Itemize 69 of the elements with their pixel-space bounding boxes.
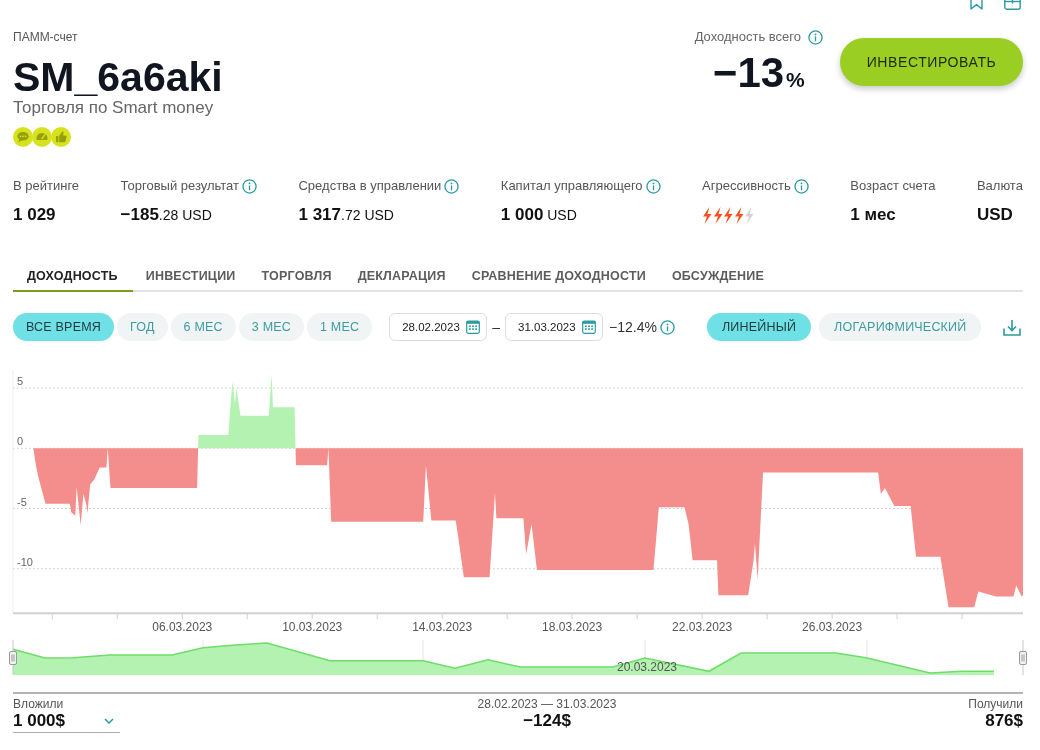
x-axis-label: 18.03.2023: [542, 620, 603, 634]
download-icon[interactable]: [1003, 318, 1021, 336]
invest-button[interactable]: ИНВЕСТИРОВАТЬ: [840, 38, 1023, 86]
calendar-icon: [466, 320, 481, 334]
y-axis-label: -5: [17, 495, 27, 508]
stat-value: 1 029: [13, 204, 56, 226]
info-icon[interactable]: [793, 178, 809, 194]
lightning-icon: [733, 206, 744, 224]
y-axis-label: -10: [17, 555, 33, 568]
stat-label: Валюта: [976, 177, 1023, 195]
overview-date-label: 20.03.2023: [616, 660, 678, 674]
thumbs-up-icon: [51, 127, 71, 147]
account-name: SM_6a6aki: [13, 56, 223, 98]
info-icon[interactable]: [659, 319, 675, 335]
tab[interactable]: СРАВНЕНИЕ ДОХОДНОСТИ: [458, 263, 659, 292]
x-axis-label: 14.03.2023: [412, 620, 473, 634]
tab[interactable]: ДЕКЛАРАЦИЯ: [344, 263, 459, 292]
stat-value: −185.28 USD: [120, 204, 212, 226]
tab[interactable]: ИНВЕСТИЦИИ: [132, 263, 249, 292]
received-value: 876$: [985, 711, 1023, 731]
x-axis-label: 22.03.2023: [672, 620, 733, 634]
date-separator: –: [492, 319, 500, 335]
x-axis-label: 26.03.2023: [802, 620, 863, 634]
lightning-icon: [744, 206, 755, 224]
tab[interactable]: ТОРГОВЛЯ: [248, 263, 345, 292]
calendar-icon: [582, 320, 596, 334]
info-icon[interactable]: [242, 178, 257, 194]
chat-bubble-icon: [13, 127, 33, 147]
stat-label: Торговый результат: [120, 177, 239, 195]
tab[interactable]: ОБСУЖДЕНИЕ: [658, 263, 777, 292]
period-change-value: −12.4%: [609, 319, 657, 335]
date-field[interactable]: 31.03.2023: [505, 313, 603, 341]
y-axis-label: 5: [17, 375, 24, 388]
invested-label: Вложили: [13, 697, 64, 711]
stat-label: В рейтинге: [13, 177, 80, 195]
stat-value: 1 мес: [850, 204, 896, 226]
received-label: Получили: [968, 697, 1023, 711]
stat-label: Агрессивность: [702, 177, 791, 195]
stat-value: 1 000 USD: [500, 204, 577, 226]
strategy-description: Торговля по Smart money: [13, 98, 214, 118]
stat-value: 1 317.72 USD: [298, 204, 394, 226]
period-label: 28.02.2023 — 31.03.2023: [477, 697, 617, 711]
stat-value: USD: [976, 204, 1013, 226]
range-handle[interactable]: [1019, 651, 1027, 665]
total-return-value: −13%: [712, 50, 805, 98]
lightning-icon: [723, 206, 734, 224]
range-handle[interactable]: [9, 651, 17, 665]
x-axis-label: 06.03.2023: [152, 620, 213, 634]
x-axis-label: 10.03.2023: [282, 620, 343, 634]
result-value: −124$: [523, 711, 571, 731]
account-type-label: ПАММ-счет: [13, 29, 78, 45]
info-icon[interactable]: [444, 178, 460, 194]
caret-icon: [104, 718, 114, 724]
stat-label: Капитал управляющего: [500, 177, 643, 195]
tab[interactable]: ДОХОДНОСТЬ: [13, 263, 133, 292]
stat-label: Средства в управлении: [298, 177, 442, 195]
info-icon[interactable]: [645, 178, 661, 194]
lightning-icon: [702, 206, 713, 224]
lightning-icon: [712, 206, 723, 224]
y-axis-label: 0: [17, 435, 24, 448]
date-field[interactable]: 28.02.2023: [389, 313, 488, 341]
scale-button[interactable]: ЛИНЕЙНЫЙ: [706, 313, 812, 341]
range-scrollbar[interactable]: [13, 692, 1023, 694]
invested-amount-dropdown[interactable]: 1 000$: [13, 711, 120, 733]
info-icon[interactable]: [808, 29, 823, 45]
gauge-icon: [32, 127, 52, 147]
stat-label: Возраст счета: [850, 177, 936, 195]
total-return-label: Доходность всего: [694, 28, 801, 46]
period-button[interactable]: ВСЕ ВРЕМЯ: [13, 313, 114, 341]
